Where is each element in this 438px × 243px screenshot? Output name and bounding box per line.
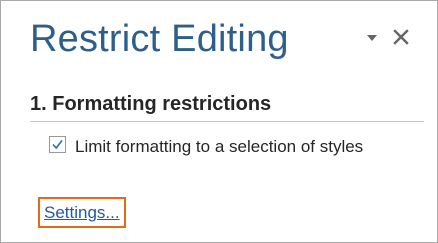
pane-title: Restrict Editing (30, 18, 289, 60)
limit-formatting-label: Limit formatting to a selection of style… (75, 137, 364, 156)
settings-link[interactable]: Settings... (38, 197, 126, 228)
restrict-editing-pane: Restrict Editing 1. Formatting restricti… (0, 0, 438, 243)
checkmark-icon (52, 140, 63, 150)
section-heading: 1. Formatting restrictions (30, 93, 272, 115)
dropdown-triangle-icon[interactable] (365, 32, 379, 44)
limit-formatting-checkbox[interactable] (49, 136, 66, 153)
section-divider (30, 121, 424, 122)
close-icon[interactable] (389, 25, 413, 49)
